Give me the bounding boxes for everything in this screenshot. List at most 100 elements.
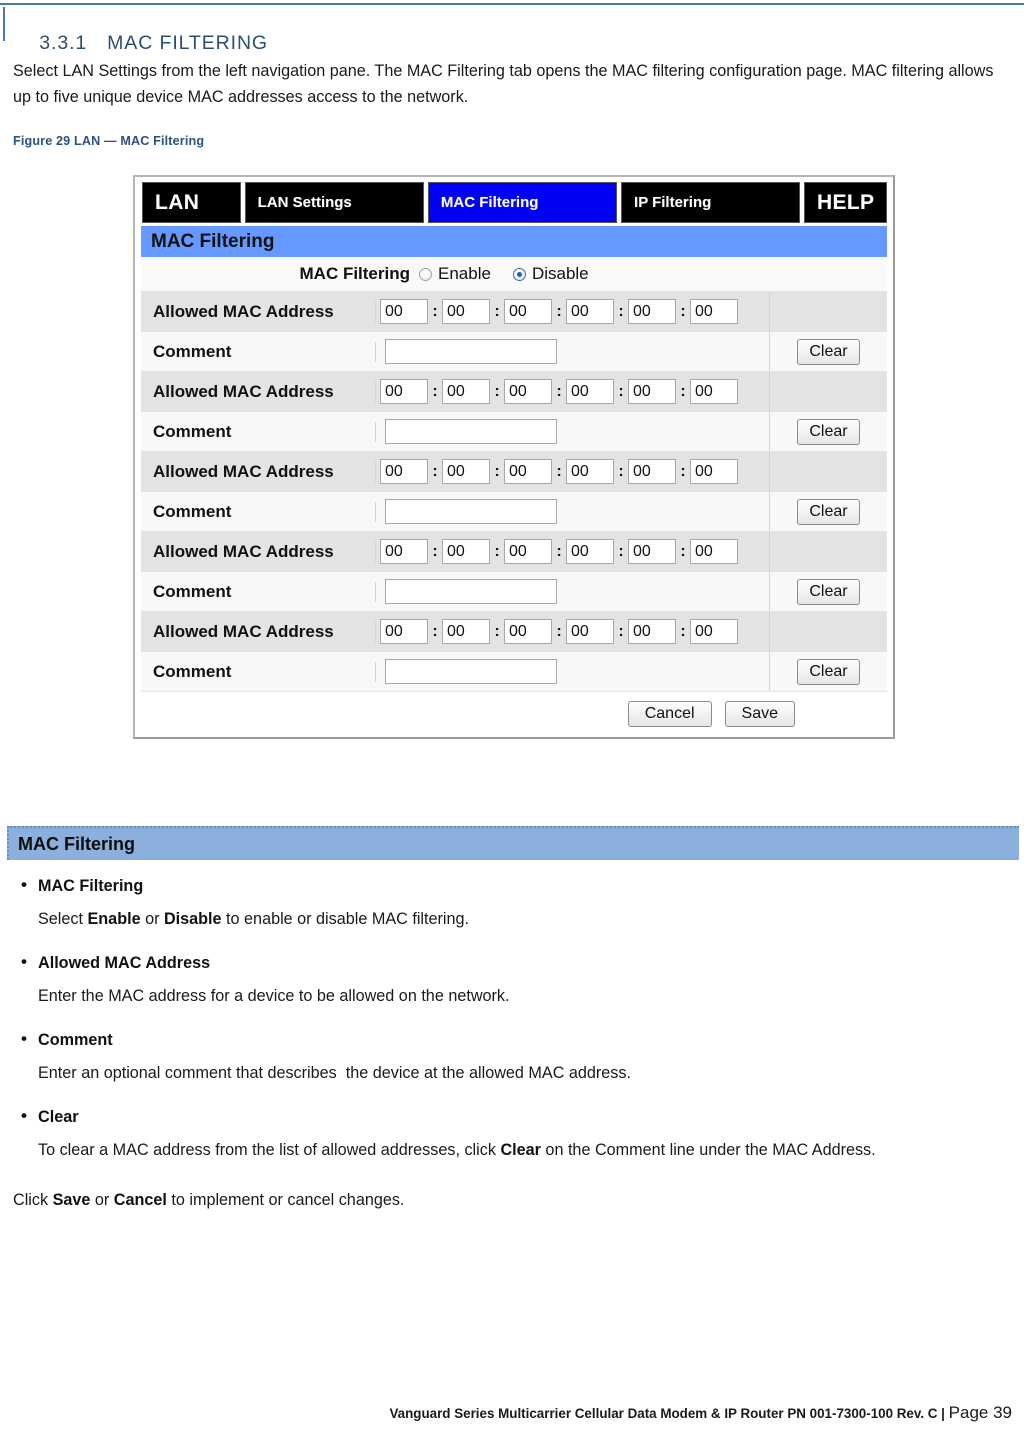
description-list: MAC Filtering Select Enable or Disable t… bbox=[0, 873, 1024, 1182]
comment-row-action-cell: Clear bbox=[769, 572, 887, 611]
mac-octet-input[interactable]: 00 bbox=[504, 299, 552, 324]
mac-octet-input[interactable]: 00 bbox=[442, 619, 490, 644]
closing-bold-cancel: Cancel bbox=[113, 1191, 167, 1209]
mac-octet-input[interactable]: 00 bbox=[566, 539, 614, 564]
footer-page-number: Page 39 bbox=[948, 1403, 1012, 1422]
comment-row-action-cell: Clear bbox=[769, 332, 887, 371]
mac-octet-input[interactable]: 00 bbox=[690, 459, 738, 484]
comment-input[interactable] bbox=[385, 579, 557, 604]
mac-octet-input[interactable]: 00 bbox=[442, 299, 490, 324]
tab-lan[interactable]: LAN bbox=[142, 182, 241, 223]
clear-button[interactable]: Clear bbox=[797, 418, 860, 445]
bullet-description: Enter an optional comment that describes… bbox=[38, 1064, 631, 1082]
comment-label: Comment bbox=[141, 501, 376, 522]
clear-button[interactable]: Clear bbox=[797, 338, 860, 365]
comment-input[interactable] bbox=[385, 659, 557, 684]
radio-enable-icon[interactable] bbox=[419, 267, 432, 281]
octet-separator: : bbox=[680, 302, 686, 320]
mac-octet-input[interactable]: 00 bbox=[690, 619, 738, 644]
mac-entries-table: Allowed MAC Address 00:00:00:00:00:00 Comm… bbox=[141, 292, 887, 692]
bullet-term: Clear bbox=[0, 1104, 1024, 1129]
tab-help[interactable]: HELP bbox=[804, 182, 887, 223]
bullet-description: To clear a MAC address from the list of … bbox=[0, 1138, 1024, 1162]
save-button[interactable]: Save bbox=[724, 701, 795, 727]
ui-action-row: Cancel Save bbox=[141, 692, 887, 736]
radio-enable-label: Enable bbox=[438, 264, 491, 283]
mac-row-action-cell bbox=[769, 612, 887, 651]
mac-octet-input[interactable]: 00 bbox=[628, 299, 676, 324]
mac-octet-input[interactable]: 00 bbox=[566, 299, 614, 324]
octet-separator: : bbox=[432, 622, 438, 640]
mac-octet-input[interactable]: 00 bbox=[690, 379, 738, 404]
comment-input[interactable] bbox=[385, 499, 557, 524]
desc-pre: Select bbox=[38, 910, 88, 928]
desc-bold-enable: Enable bbox=[87, 910, 141, 928]
list-item: Comment Enter an optional comment that d… bbox=[0, 1027, 1024, 1085]
radio-enable[interactable]: Enable bbox=[419, 264, 491, 284]
page-top-rule bbox=[0, 3, 1024, 5]
page-footer: Vanguard Series Multicarrier Cellular Da… bbox=[0, 1403, 1024, 1423]
mac-row-action-cell bbox=[769, 292, 887, 331]
mac-octet-input[interactable]: 00 bbox=[566, 459, 614, 484]
mac-octet-input[interactable]: 00 bbox=[628, 379, 676, 404]
mac-octet-input[interactable]: 00 bbox=[504, 619, 552, 644]
mac-octet-input[interactable]: 00 bbox=[380, 539, 428, 564]
section-heading: 3.3.1 MAC FILTERING bbox=[0, 7, 1024, 54]
octet-separator: : bbox=[680, 462, 686, 480]
mac-address-label: Allowed MAC Address bbox=[141, 461, 376, 482]
mac-octet-input[interactable]: 00 bbox=[380, 299, 428, 324]
mac-octet-input[interactable]: 00 bbox=[566, 619, 614, 644]
mac-octet-input[interactable]: 00 bbox=[504, 539, 552, 564]
mac-row-action-cell bbox=[769, 372, 887, 411]
bullet-description: Enter the MAC address for a device to be… bbox=[38, 987, 510, 1005]
closing-mid: or bbox=[90, 1191, 114, 1209]
cancel-button[interactable]: Cancel bbox=[627, 701, 712, 727]
comment-field-group bbox=[376, 412, 769, 451]
mac-octet-input[interactable]: 00 bbox=[690, 539, 738, 564]
clear-button[interactable]: Clear bbox=[797, 578, 860, 605]
radio-disable[interactable]: Disable bbox=[512, 264, 589, 284]
comment-row: Comment Clear bbox=[141, 412, 887, 452]
desc-post: on the Comment line under the MAC Addres… bbox=[540, 1141, 876, 1159]
mac-filtering-toggle-label: MAC Filtering bbox=[299, 264, 411, 283]
comment-field-group bbox=[376, 332, 769, 371]
desc-pre: To clear a MAC address from the list of … bbox=[38, 1141, 501, 1159]
clear-button[interactable]: Clear bbox=[797, 498, 860, 525]
mac-octet-input[interactable]: 00 bbox=[442, 539, 490, 564]
mac-octet-input[interactable]: 00 bbox=[442, 459, 490, 484]
mac-octet-input[interactable]: 00 bbox=[628, 539, 676, 564]
mac-octet-input[interactable]: 00 bbox=[380, 619, 428, 644]
heading-accent-bar bbox=[3, 7, 5, 41]
mac-octet-input[interactable]: 00 bbox=[504, 459, 552, 484]
mac-octet-input[interactable]: 00 bbox=[628, 459, 676, 484]
tab-ip-filtering[interactable]: IP Filtering bbox=[621, 182, 801, 223]
comment-row: Comment Clear bbox=[141, 492, 887, 532]
radio-disable-icon[interactable] bbox=[512, 267, 526, 281]
mac-octet-input[interactable]: 00 bbox=[690, 299, 738, 324]
mac-octet-input[interactable]: 00 bbox=[504, 379, 552, 404]
mac-octet-input[interactable]: 00 bbox=[566, 379, 614, 404]
mac-octet-input[interactable]: 00 bbox=[380, 379, 428, 404]
mac-filtering-toggle-row: MAC Filtering Enable Disable bbox=[141, 257, 887, 292]
comment-input[interactable] bbox=[385, 339, 557, 364]
clear-button[interactable]: Clear bbox=[797, 658, 860, 685]
heading-title: MAC FILTERING bbox=[107, 32, 269, 54]
comment-input[interactable] bbox=[385, 419, 557, 444]
mac-octet-input[interactable]: 00 bbox=[628, 619, 676, 644]
footer-divider: | bbox=[941, 1406, 945, 1421]
octet-separator: : bbox=[556, 622, 562, 640]
mac-octet-input[interactable]: 00 bbox=[380, 459, 428, 484]
desc-bold-disable: Disable bbox=[163, 910, 222, 928]
tab-mac-filtering[interactable]: MAC Filtering bbox=[427, 182, 618, 223]
figure-screenshot: LAN LAN Settings MAC Filtering IP Filter… bbox=[133, 175, 895, 739]
comment-label: Comment bbox=[141, 661, 376, 682]
mac-address-label: Allowed MAC Address bbox=[141, 621, 376, 642]
octet-separator: : bbox=[432, 462, 438, 480]
tab-lan-settings[interactable]: LAN Settings bbox=[244, 182, 424, 223]
closing-post: to implement or cancel changes. bbox=[166, 1191, 405, 1209]
mac-octet-input[interactable]: 00 bbox=[442, 379, 490, 404]
desc-post: to enable or disable MAC filtering. bbox=[221, 910, 469, 928]
closing-paragraph: Click Save or Cancel to implement or can… bbox=[13, 1188, 404, 1212]
comment-row-action-cell: Clear bbox=[769, 412, 887, 451]
octet-separator: : bbox=[618, 462, 624, 480]
